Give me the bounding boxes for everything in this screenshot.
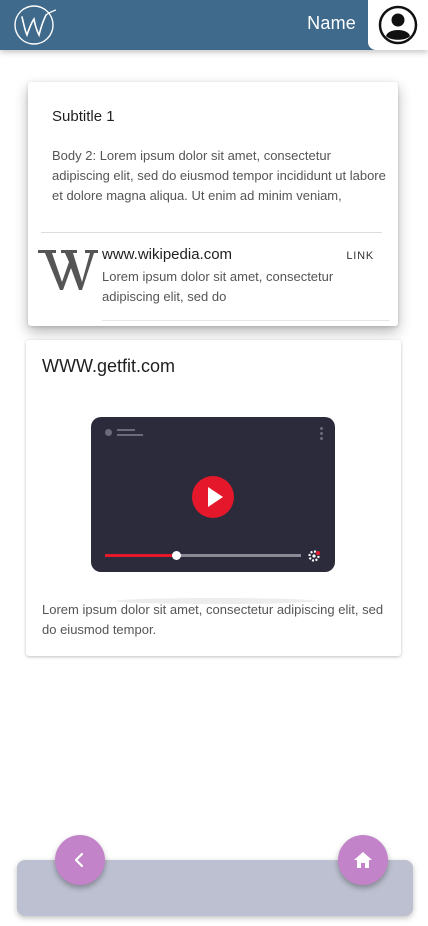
- home-icon: [354, 852, 372, 868]
- more-options-icon[interactable]: [320, 427, 323, 442]
- video-card: WWW.getfit.com Lorem ipsum dolor sit ame…: [26, 340, 401, 656]
- user-name: Name: [307, 13, 356, 33]
- link-description: Lorem ipsum dolor sit amet, consectetur …: [102, 269, 334, 304]
- link-title[interactable]: www.wikipedia.com: [102, 246, 232, 263]
- card-title: WWW.getfit.com: [42, 356, 176, 376]
- link-button[interactable]: LINK: [346, 250, 374, 262]
- window-line: [117, 434, 143, 436]
- card-subtitle: Subtitle 1: [52, 108, 115, 125]
- window-dot: [105, 429, 112, 436]
- video-progress-bar[interactable]: [105, 551, 301, 560]
- window-line: [117, 429, 135, 431]
- divider: [102, 320, 390, 321]
- home-button[interactable]: [338, 835, 388, 885]
- info-card: Subtitle 1 Body 2: Lorem ipsum dolor sit…: [28, 82, 398, 326]
- user-avatar-icon: [378, 5, 418, 45]
- script-w-logo-icon[interactable]: [12, 3, 56, 47]
- wikipedia-w-icon: [38, 250, 98, 290]
- card-body-text: Lorem ipsum dolor sit amet, consectetur …: [42, 602, 384, 637]
- progress-fill: [105, 554, 176, 557]
- play-icon[interactable]: [191, 475, 235, 519]
- card-body-text: Body 2: Lorem ipsum dolor sit amet, cons…: [52, 148, 386, 203]
- profile-button[interactable]: [368, 0, 428, 50]
- video-player[interactable]: [91, 417, 335, 572]
- progress-handle[interactable]: [171, 551, 181, 560]
- settings-icon[interactable]: [307, 549, 321, 563]
- divider: [41, 232, 382, 233]
- app-header: Name: [0, 0, 428, 50]
- chevron-left-icon: [74, 852, 84, 868]
- back-button[interactable]: [55, 835, 105, 885]
